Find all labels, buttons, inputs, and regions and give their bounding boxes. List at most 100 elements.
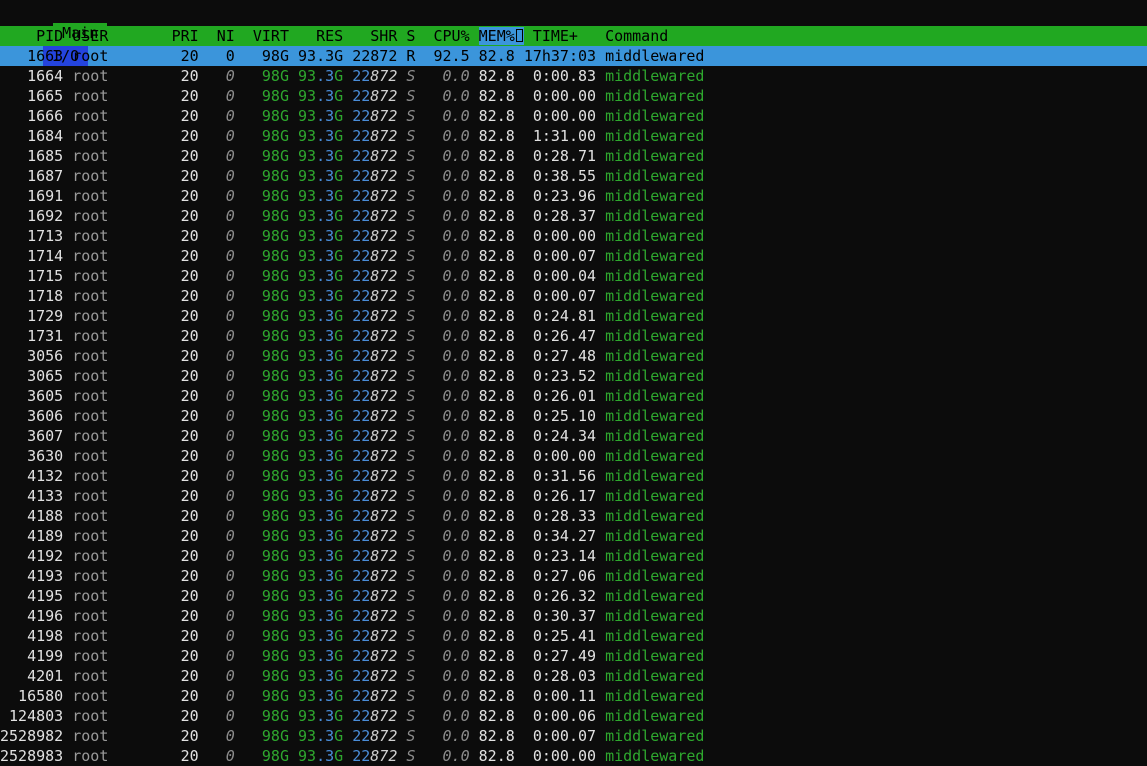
ni-cell: 0 — [207, 407, 235, 425]
process-row[interactable]: 4201 root 20 0 98G 93.3G 22872 S 0.0 82.… — [0, 666, 1147, 686]
process-row[interactable]: 1731 root 20 0 98G 93.3G 22872 S 0.0 82.… — [0, 326, 1147, 346]
process-row[interactable]: 1692 root 20 0 98G 93.3G 22872 S 0.0 82.… — [0, 206, 1147, 226]
process-row[interactable]: 1685 root 20 0 98G 93.3G 22872 S 0.0 82.… — [0, 146, 1147, 166]
res-cell-int: 93 — [298, 707, 317, 725]
time-cell: 0:00.83 — [523, 67, 597, 85]
process-row[interactable]: 2528982 root 20 0 98G 93.3G 22872 S 0.0 … — [0, 726, 1147, 746]
process-row[interactable]: 4199 root 20 0 98G 93.3G 22872 S 0.0 82.… — [0, 646, 1147, 666]
process-row[interactable]: 4189 root 20 0 98G 93.3G 22872 S 0.0 82.… — [0, 526, 1147, 546]
pid-cell: 3630 — [0, 447, 64, 465]
ni-cell: 0 — [207, 347, 235, 365]
process-row[interactable]: 1714 root 20 0 98G 93.3G 22872 S 0.0 82.… — [0, 246, 1147, 266]
res-cell-unit: G — [334, 507, 344, 525]
process-row[interactable]: 4193 root 20 0 98G 93.3G 22872 S 0.0 82.… — [0, 566, 1147, 586]
col-header-res[interactable]: RES — [298, 27, 343, 45]
process-row[interactable]: 1691 root 20 0 98G 93.3G 22872 S 0.0 82.… — [0, 186, 1147, 206]
process-row[interactable]: 1663 root 20 0 98G 93.3G 22872 R 92.5 82… — [0, 46, 1147, 66]
time-cell: 0:00.07 — [523, 727, 597, 745]
process-row[interactable]: 4192 root 20 0 98G 93.3G 22872 S 0.0 82.… — [0, 546, 1147, 566]
process-row[interactable]: 4196 root 20 0 98G 93.3G 22872 S 0.0 82.… — [0, 606, 1147, 626]
res-cell-int: 93 — [298, 287, 317, 305]
user-cell: root — [72, 387, 172, 405]
pri-cell: 20 — [171, 127, 199, 145]
shr-cell-lo: 872 — [370, 387, 398, 405]
process-row[interactable]: 1666 root 20 0 98G 93.3G 22872 S 0.0 82.… — [0, 106, 1147, 126]
shr-cell-hi: 22 — [352, 507, 371, 525]
process-row[interactable]: 4188 root 20 0 98G 93.3G 22872 S 0.0 82.… — [0, 506, 1147, 526]
col-header-cpu[interactable]: CPU% — [424, 27, 469, 45]
ni-cell: 0 — [207, 67, 235, 85]
time-cell: 0:00.06 — [523, 707, 597, 725]
res-cell-unit: G — [334, 127, 344, 145]
col-header-shr[interactable]: SHR — [352, 27, 397, 45]
process-row[interactable]: 3630 root 20 0 98G 93.3G 22872 S 0.0 82.… — [0, 446, 1147, 466]
process-row[interactable]: 4195 root 20 0 98G 93.3G 22872 S 0.0 82.… — [0, 586, 1147, 606]
process-row[interactable]: 3056 root 20 0 98G 93.3G 22872 S 0.0 82.… — [0, 346, 1147, 366]
process-row[interactable]: 1715 root 20 0 98G 93.3G 22872 S 0.0 82.… — [0, 266, 1147, 286]
ni-cell: 0 — [207, 567, 235, 585]
mem-cell: 82.8 — [478, 727, 515, 745]
col-header-virt[interactable]: VIRT — [244, 27, 289, 45]
process-row[interactable]: 4132 root 20 0 98G 93.3G 22872 S 0.0 82.… — [0, 466, 1147, 486]
process-row[interactable]: 16580 root 20 0 98G 93.3G 22872 S 0.0 82… — [0, 686, 1147, 706]
pri-cell: 20 — [171, 707, 199, 725]
col-header-mem-sorted[interactable]: MEM% — [478, 27, 524, 45]
col-header-ni[interactable]: NI — [208, 27, 235, 45]
command-cell: middlewared — [605, 587, 705, 605]
process-row[interactable]: 1664 root 20 0 98G 93.3G 22872 S 0.0 82.… — [0, 66, 1147, 86]
time-cell: 0:00.07 — [523, 247, 597, 265]
process-row[interactable]: 1665 root 20 0 98G 93.3G 22872 S 0.0 82.… — [0, 86, 1147, 106]
command-cell: middlewared — [605, 467, 705, 485]
user-cell: root — [72, 527, 172, 545]
process-row[interactable]: 3605 root 20 0 98G 93.3G 22872 S 0.0 82.… — [0, 386, 1147, 406]
process-row[interactable]: 1713 root 20 0 98G 93.3G 22872 S 0.0 82.… — [0, 226, 1147, 246]
ni-cell: 0 — [207, 587, 235, 605]
user-cell: root — [72, 647, 172, 665]
res-cell-int: 93 — [298, 567, 317, 585]
col-header-command[interactable]: Command — [605, 27, 668, 45]
cpu-cell: 0.0 — [424, 187, 470, 205]
process-row[interactable]: 4133 root 20 0 98G 93.3G 22872 S 0.0 82.… — [0, 486, 1147, 506]
virt-cell: 98G — [243, 567, 289, 585]
process-row[interactable]: 3606 root 20 0 98G 93.3G 22872 S 0.0 82.… — [0, 406, 1147, 426]
process-row[interactable]: 2528983 root 20 0 98G 93.3G 22872 S 0.0 … — [0, 746, 1147, 766]
process-row[interactable]: 1729 root 20 0 98G 93.3G 22872 S 0.0 82.… — [0, 306, 1147, 326]
process-row[interactable]: 124803 root 20 0 98G 93.3G 22872 S 0.0 8… — [0, 706, 1147, 726]
process-row[interactable]: 1687 root 20 0 98G 93.3G 22872 S 0.0 82.… — [0, 166, 1147, 186]
process-row[interactable]: 3607 root 20 0 98G 93.3G 22872 S 0.0 82.… — [0, 426, 1147, 446]
res-cell-int: 93 — [298, 407, 317, 425]
col-header-time[interactable]: TIME+ — [524, 27, 596, 45]
process-row[interactable]: 4198 root 20 0 98G 93.3G 22872 S 0.0 82.… — [0, 626, 1147, 646]
process-row[interactable]: 1718 root 20 0 98G 93.3G 22872 S 0.0 82.… — [0, 286, 1147, 306]
process-row[interactable]: 1684 root 20 0 98G 93.3G 22872 S 0.0 82.… — [0, 126, 1147, 146]
col-header-pid[interactable]: PID — [0, 27, 63, 45]
col-header-user[interactable]: USER — [72, 27, 171, 45]
col-header-pri[interactable]: PRI — [172, 27, 199, 45]
pid-cell: 3605 — [0, 387, 64, 405]
res-cell-unit: G — [334, 327, 344, 345]
process-row[interactable]: 3065 root 20 0 98G 93.3G 22872 S 0.0 82.… — [0, 366, 1147, 386]
cpu-cell: 0.0 — [424, 267, 470, 285]
